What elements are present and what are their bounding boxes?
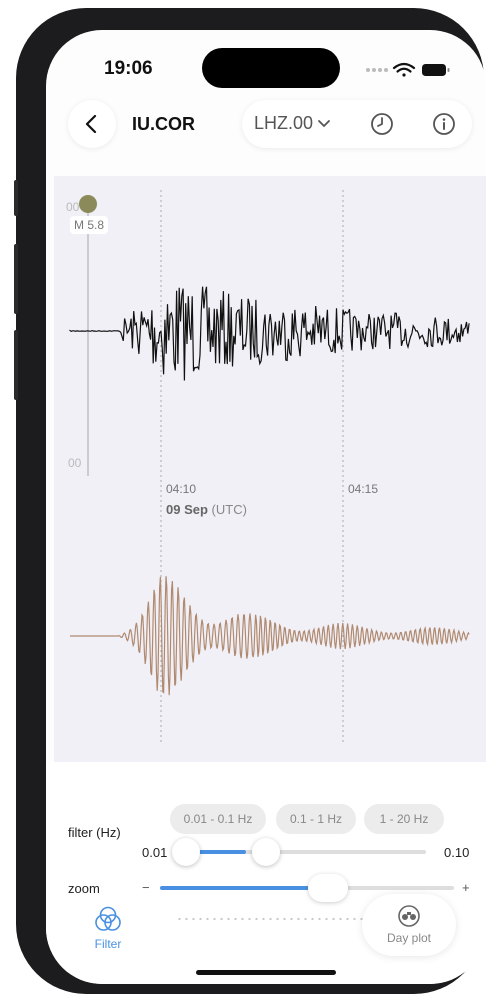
wifi-icon (392, 62, 416, 77)
dynamic-island (202, 48, 340, 88)
seismogram-plot[interactable]: M 5.8 00 00 04:10 04:15 09 Sep (UTC) (54, 176, 486, 762)
timezone-value: (UTC) (211, 502, 247, 517)
axis-cut-top: 00 (66, 200, 80, 214)
time-label-0410: 04:10 (166, 482, 197, 496)
zoom-handle[interactable] (307, 874, 348, 902)
phone-frame: 19:06 IU.COR LHZ.00 M 5.8 00 00 04:10 04… (14, 8, 486, 994)
signal-dots-icon (366, 68, 388, 72)
battery-icon (422, 64, 450, 76)
volume-up-button (14, 244, 18, 314)
preset-chip-0[interactable]: 0.01 - 0.1 Hz (170, 804, 266, 834)
filter-tab-button[interactable]: Filter (78, 898, 138, 958)
filter-high-handle[interactable] (252, 838, 280, 866)
action-button (14, 180, 18, 216)
raw-waveform (69, 286, 470, 381)
chevron-down-icon (318, 119, 330, 127)
axis-cut-bottom: 00 (68, 456, 82, 470)
home-indicator (196, 970, 336, 975)
zoom-fill (160, 886, 328, 890)
filter-tab-label: Filter (94, 937, 122, 951)
event-marker-dot (79, 195, 97, 213)
zoom-plus[interactable]: + (462, 880, 470, 895)
time-label-0415: 04:15 (348, 482, 379, 496)
seismogram-canvas (69, 190, 470, 742)
filter-label: filter (Hz) (68, 825, 121, 840)
channel-label: LHZ.00 (254, 113, 314, 133)
filter-max-value: 0.10 (444, 845, 470, 860)
status-icons (366, 62, 450, 77)
date-value: 09 Sep (166, 502, 208, 517)
station-title: IU.COR (132, 114, 195, 134)
clock-icon[interactable] (370, 112, 394, 136)
day-plot-label: Day plot (386, 931, 432, 945)
screen: 19:06 IU.COR LHZ.00 M 5.8 00 00 04:10 04… (46, 30, 486, 984)
chevron-left-icon (85, 114, 97, 134)
status-time: 19:06 (104, 58, 153, 79)
volume-down-button (14, 330, 18, 400)
filter-min-value: 0.01 (142, 845, 168, 860)
toolbar-pill: LHZ.00 (242, 100, 472, 148)
date-label: 09 Sep (UTC) (166, 502, 247, 517)
preset-chip-1[interactable]: 0.1 - 1 Hz (276, 804, 356, 834)
info-icon[interactable] (432, 112, 456, 136)
day-plot-button[interactable]: Day plot (362, 894, 456, 956)
back-button[interactable] (68, 100, 116, 148)
filter-circles-icon (95, 906, 121, 931)
filter-low-handle[interactable] (172, 838, 200, 866)
filtered-waveform (70, 576, 470, 696)
zoom-label: zoom (68, 881, 100, 896)
channel-selector[interactable]: LHZ.00 (254, 113, 331, 134)
event-magnitude-label: M 5.8 (70, 216, 109, 234)
binoculars-icon (398, 905, 420, 927)
preset-chip-2[interactable]: 1 - 20 Hz (364, 804, 444, 834)
zoom-minus[interactable]: − (142, 880, 150, 895)
